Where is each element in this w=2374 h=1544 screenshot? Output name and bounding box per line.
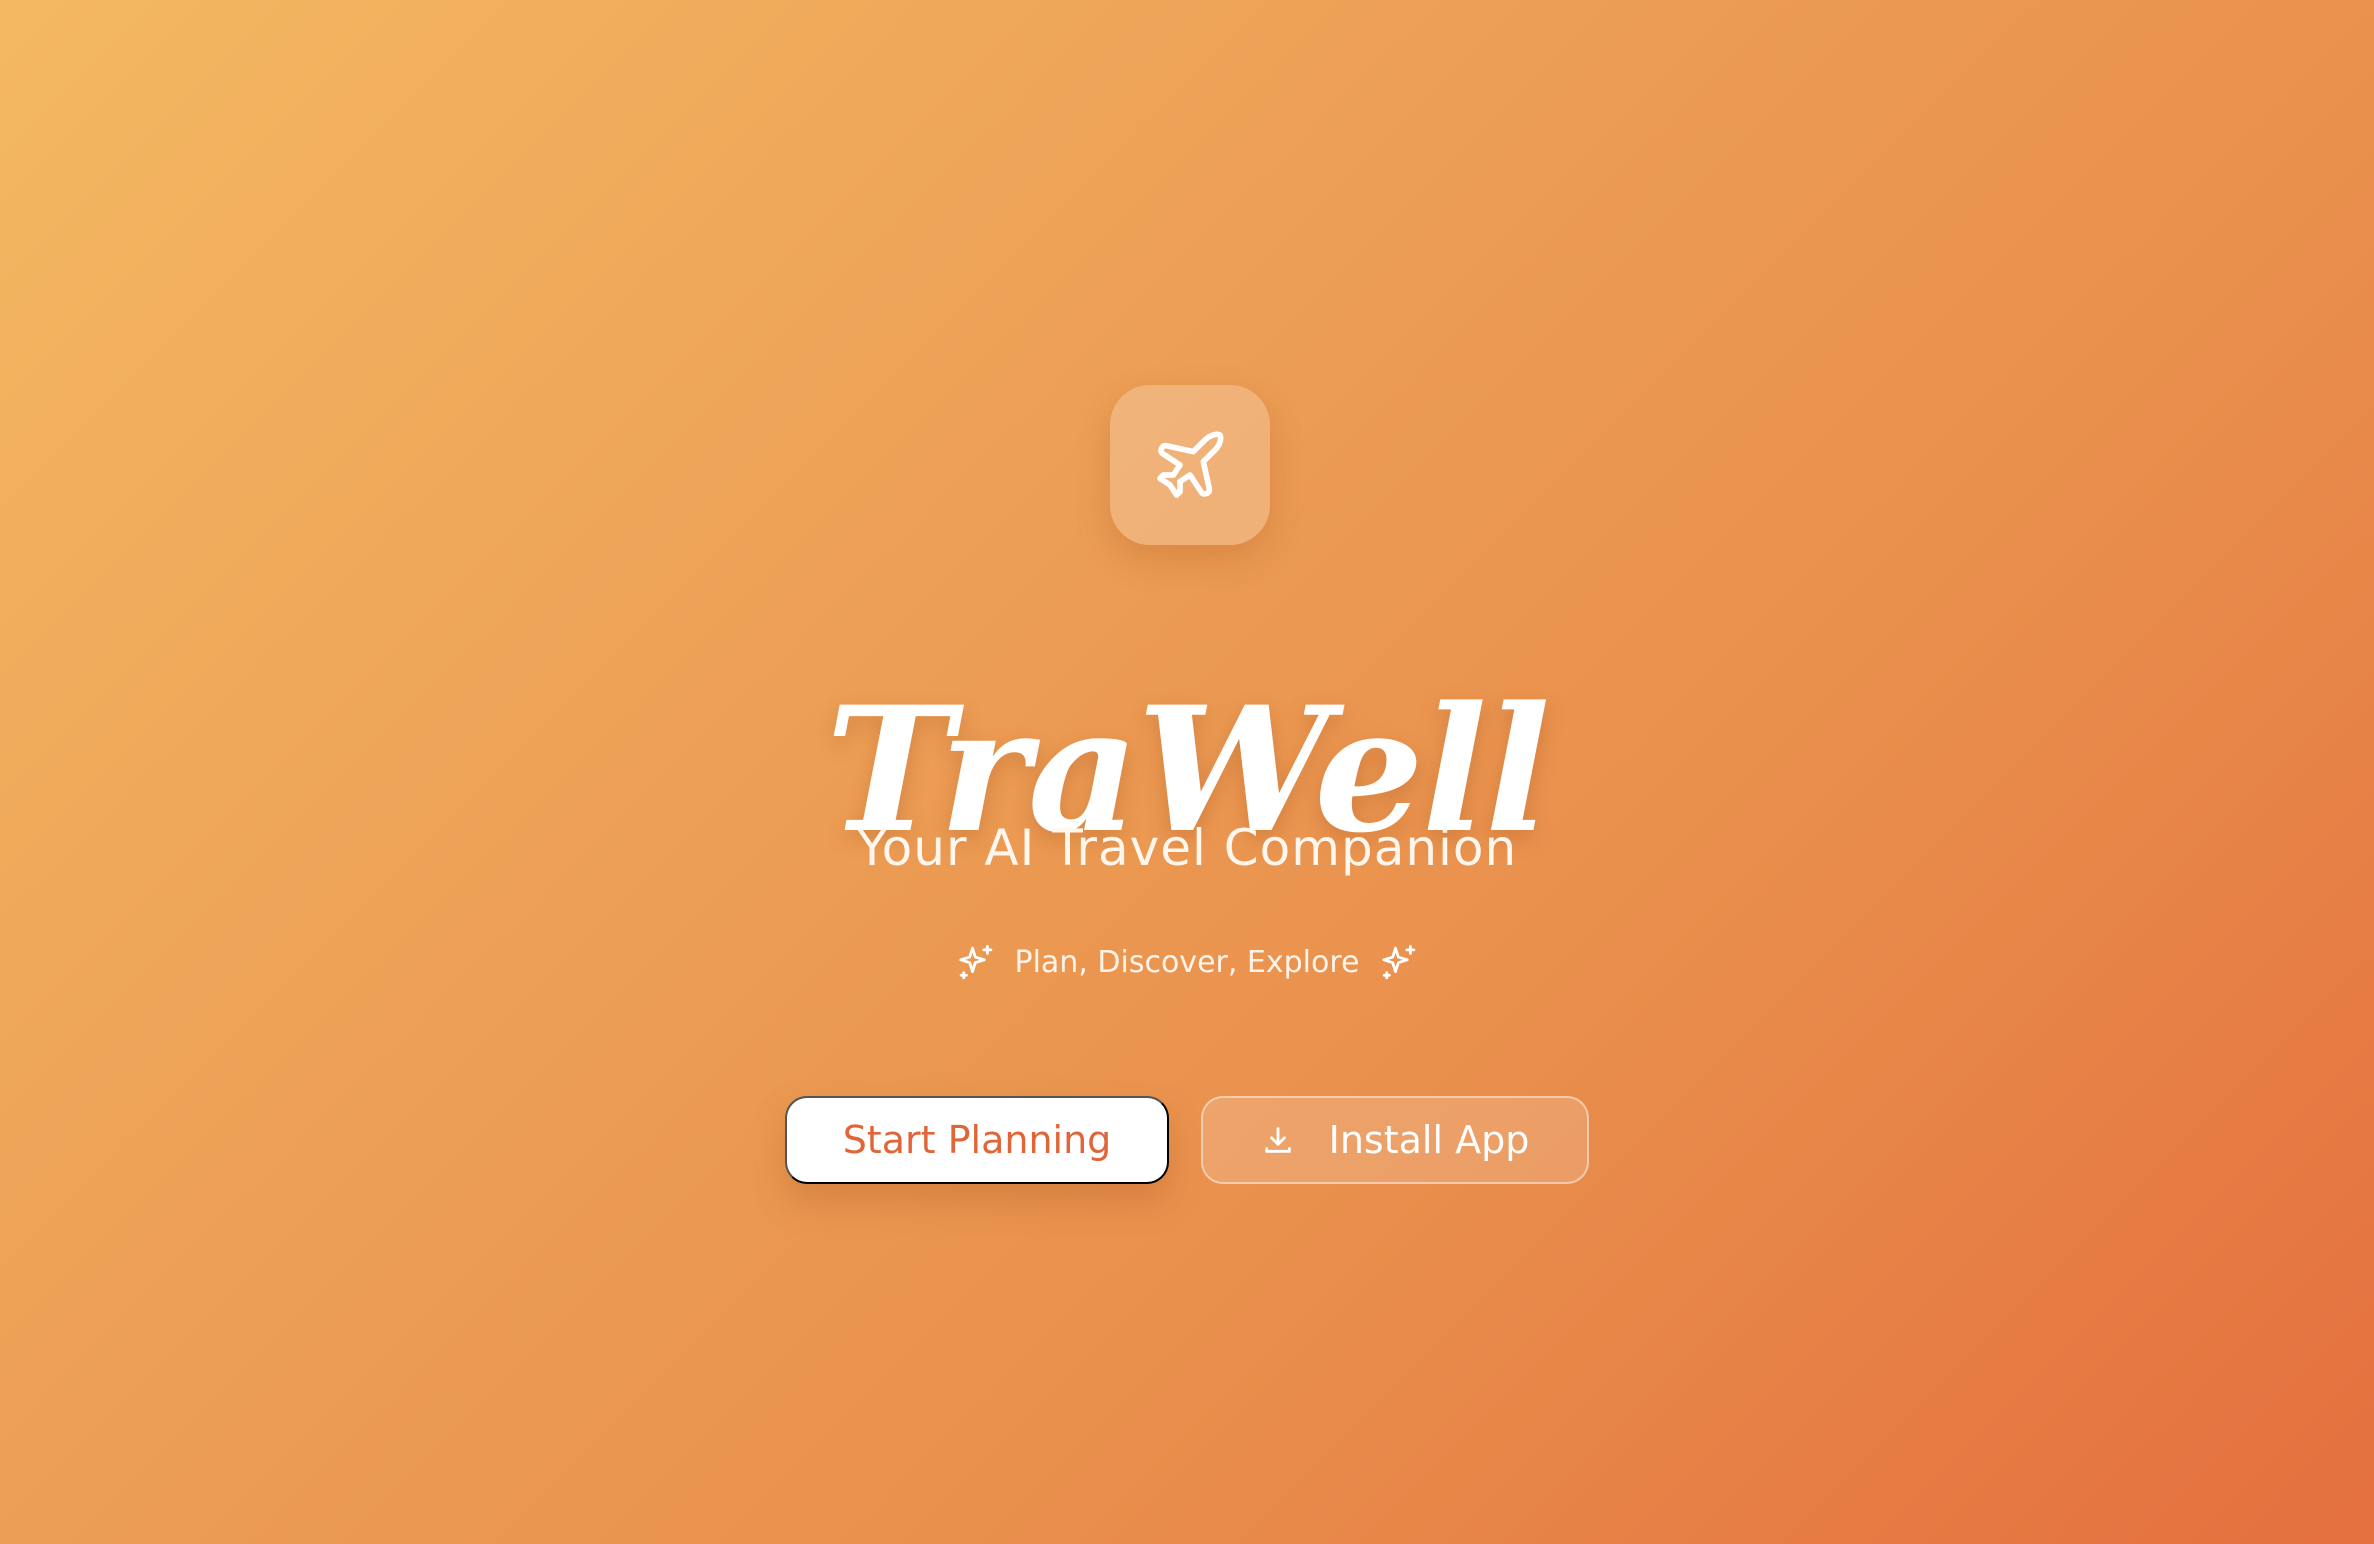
app-tagline: Your AI Travel Companion bbox=[856, 819, 1518, 877]
start-planning-button[interactable]: Start Planning bbox=[785, 1096, 1169, 1184]
action-buttons: Start Planning Install App bbox=[0, 1096, 2374, 1184]
airplane-icon bbox=[1157, 431, 1224, 498]
feature-subline: Plan, Discover, Explore bbox=[0, 938, 2374, 988]
landing-hero: TraWell Your AI Travel Companion Plan, D… bbox=[0, 0, 2374, 1544]
install-app-button[interactable]: Install App bbox=[1201, 1096, 1589, 1184]
sparkles-icon bbox=[958, 944, 992, 980]
install-app-label: Install App bbox=[1328, 1118, 1530, 1162]
sparkles-icon bbox=[1381, 944, 1415, 980]
download-icon bbox=[1264, 1127, 1291, 1153]
subline-text: Plan, Discover, Explore bbox=[1014, 945, 1360, 980]
app-logo-tile bbox=[1110, 385, 1270, 545]
